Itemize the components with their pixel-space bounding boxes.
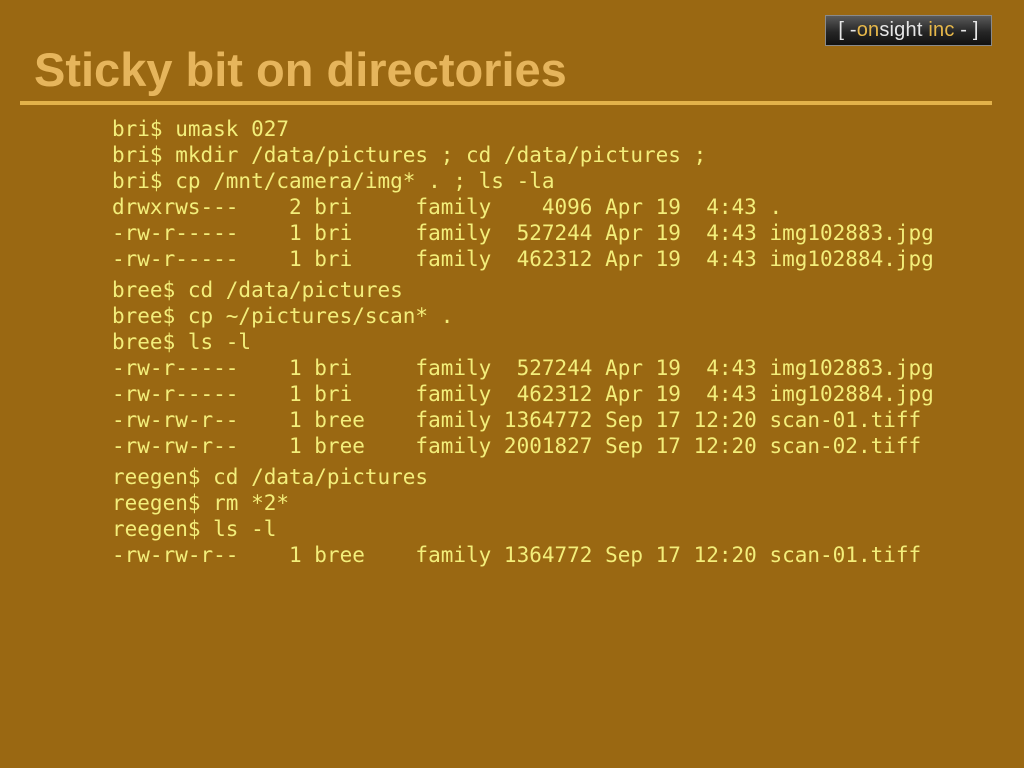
transcript-block-bri: bri$ umask 027 bri$ mkdir /data/pictures…	[112, 116, 934, 272]
logo-sight-text: sight	[879, 19, 923, 41]
terminal-line: bri$ mkdir /data/pictures ; cd /data/pic…	[112, 143, 707, 167]
terminal-line: drwxrws--- 2 bri family 4096 Apr 19 4:43…	[112, 195, 783, 219]
terminal-line: bri$ umask 027	[112, 117, 290, 141]
transcript-block-bree: bree$ cd /data/pictures bree$ cp ~/pictu…	[112, 277, 934, 459]
terminal-line: -rw-r----- 1 bri family 462312 Apr 19 4:…	[112, 382, 934, 406]
terminal-line: reegen$ cd /data/pictures	[112, 465, 429, 489]
terminal-line: -rw-rw-r-- 1 bree family 2001827 Sep 17 …	[112, 434, 922, 458]
logo-bracket-right: - ]	[960, 19, 979, 41]
terminal-line: -rw-r----- 1 bri family 462312 Apr 19 4:…	[112, 247, 934, 271]
terminal-line: -rw-rw-r-- 1 bree family 1364772 Sep 17 …	[112, 408, 922, 432]
title-divider	[20, 101, 992, 105]
logo-inc-text: inc	[928, 19, 955, 41]
terminal-line: -rw-rw-r-- 1 bree family 1364772 Sep 17 …	[112, 543, 922, 567]
terminal-line: reegen$ ls -l	[112, 517, 277, 541]
terminal-line: bree$ cd /data/pictures	[112, 278, 403, 302]
terminal-line: reegen$ rm *2*	[112, 491, 290, 515]
company-logo: [ - on sight inc - ]	[825, 15, 992, 46]
slide-title: Sticky bit on directories	[34, 43, 567, 96]
transcript-block-reegen: reegen$ cd /data/pictures reegen$ rm *2*…	[112, 464, 934, 568]
terminal-line: bree$ cp ~/pictures/scan* .	[112, 304, 454, 328]
terminal-line: bri$ cp /mnt/camera/img* . ; ls -la	[112, 169, 555, 193]
terminal-line: bree$ ls -l	[112, 330, 252, 354]
terminal-line: -rw-r----- 1 bri family 527244 Apr 19 4:…	[112, 356, 934, 380]
terminal-transcript: bri$ umask 027 bri$ mkdir /data/pictures…	[112, 116, 934, 568]
logo-bracket-left: [ -	[838, 19, 857, 41]
terminal-line: -rw-r----- 1 bri family 527244 Apr 19 4:…	[112, 221, 934, 245]
logo-on-text: on	[856, 19, 880, 41]
